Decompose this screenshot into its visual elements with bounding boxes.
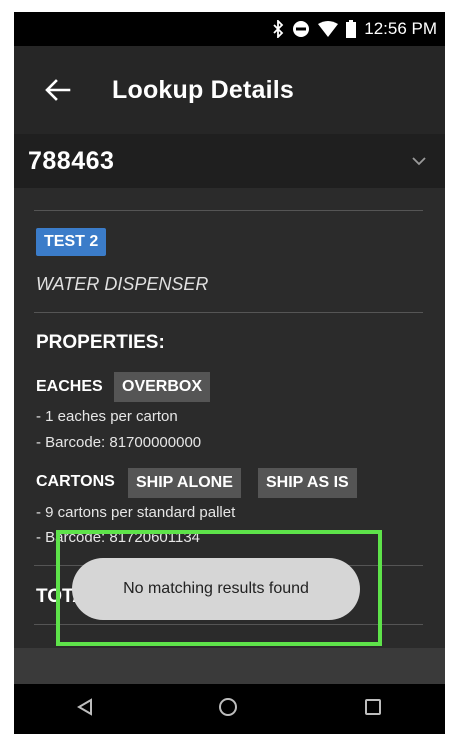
wifi-icon <box>318 21 339 37</box>
back-triangle-icon[interactable] <box>76 697 93 721</box>
overbox-chip: OVERBOX <box>114 372 211 402</box>
do-not-disturb-icon <box>292 20 310 38</box>
item-description: WATER DISPENSER <box>36 274 209 294</box>
eaches-line: - Barcode: 81700000000 <box>36 434 202 451</box>
item-badge: TEST 2 <box>36 228 107 256</box>
home-circle-icon[interactable] <box>218 697 238 722</box>
eaches-label: EACHES <box>36 378 103 395</box>
highlight-box <box>56 530 382 646</box>
properties-title: PROPERTIES: <box>36 332 165 353</box>
bluetooth-icon <box>272 20 284 38</box>
chevron-down-icon[interactable] <box>411 156 427 166</box>
divider <box>34 210 423 211</box>
cartons-label: CARTONS <box>36 473 115 490</box>
status-bar: 12:56 PM <box>14 12 445 46</box>
arrow-left-icon <box>45 79 71 101</box>
divider <box>34 312 423 313</box>
recents-square-icon[interactable] <box>364 698 382 721</box>
back-button[interactable] <box>28 60 88 120</box>
cartons-line: - 9 cartons per standard pallet <box>36 504 236 521</box>
lookup-header[interactable]: 788463 <box>14 134 445 188</box>
ship-alone-chip: SHIP ALONE <box>128 468 241 498</box>
app-bar: Lookup Details <box>14 46 445 134</box>
battery-icon <box>346 20 357 38</box>
ship-as-is-chip: SHIP AS IS <box>258 468 357 498</box>
page-title: Lookup Details <box>112 75 294 104</box>
bottom-panel <box>14 648 445 684</box>
eaches-line: - 1 eaches per carton <box>36 408 178 425</box>
lookup-id: 788463 <box>28 146 115 175</box>
status-time: 12:56 PM <box>364 19 437 38</box>
system-nav-bar <box>14 684 445 734</box>
